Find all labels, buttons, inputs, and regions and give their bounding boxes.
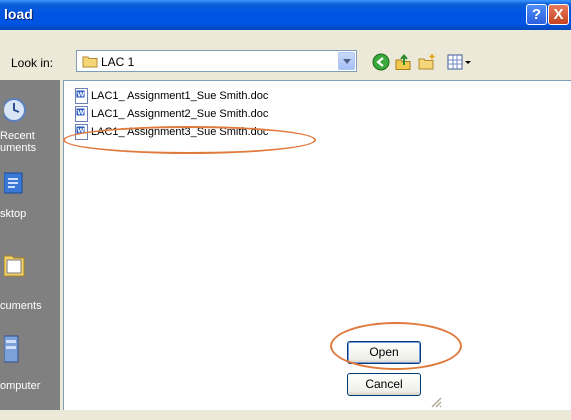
cancel-button[interactable]: Cancel [347, 373, 421, 396]
help-button[interactable]: ? [526, 4, 547, 25]
look-in-value: LAC 1 [101, 55, 135, 69]
back-icon[interactable] [372, 53, 390, 71]
recent-documents-icon [4, 98, 26, 122]
place-label: omputer [0, 380, 41, 392]
close-button[interactable]: X [548, 4, 569, 25]
place-label: Recent [0, 130, 35, 142]
my-documents-icon [4, 255, 25, 277]
word-doc-icon: W [75, 88, 88, 104]
word-doc-icon: W [75, 106, 88, 122]
folder-icon [82, 56, 98, 68]
chevron-down-icon[interactable] [338, 52, 355, 70]
my-computer-icon [4, 335, 19, 363]
svg-text:W: W [77, 109, 84, 117]
views-menu-icon[interactable] [446, 53, 472, 71]
file-name: LAC1_ Assignment1_Sue Smith.doc [91, 90, 269, 102]
window-title: load [4, 6, 33, 22]
place-label: uments [0, 142, 37, 154]
highlight-ellipse-file [63, 126, 316, 154]
dialog-bottom-edge [0, 410, 571, 420]
up-folder-icon[interactable] [394, 53, 412, 71]
desktop-icon [4, 172, 23, 194]
title-bar: load ? X [0, 0, 571, 30]
place-label: cuments [0, 300, 42, 312]
place-label: sktop [0, 208, 27, 220]
file-name: LAC1_ Assignment2_Sue Smith.doc [91, 108, 269, 120]
look-in-dropdown[interactable]: LAC 1 [76, 50, 357, 72]
new-folder-icon[interactable] [418, 53, 436, 71]
places-bar: Recent uments sktop cuments omputer [0, 80, 60, 410]
svg-text:W: W [77, 91, 84, 99]
look-in-label: Look in: [11, 56, 54, 70]
resize-grip-icon[interactable] [428, 394, 442, 408]
highlight-ellipse-open [330, 322, 462, 370]
